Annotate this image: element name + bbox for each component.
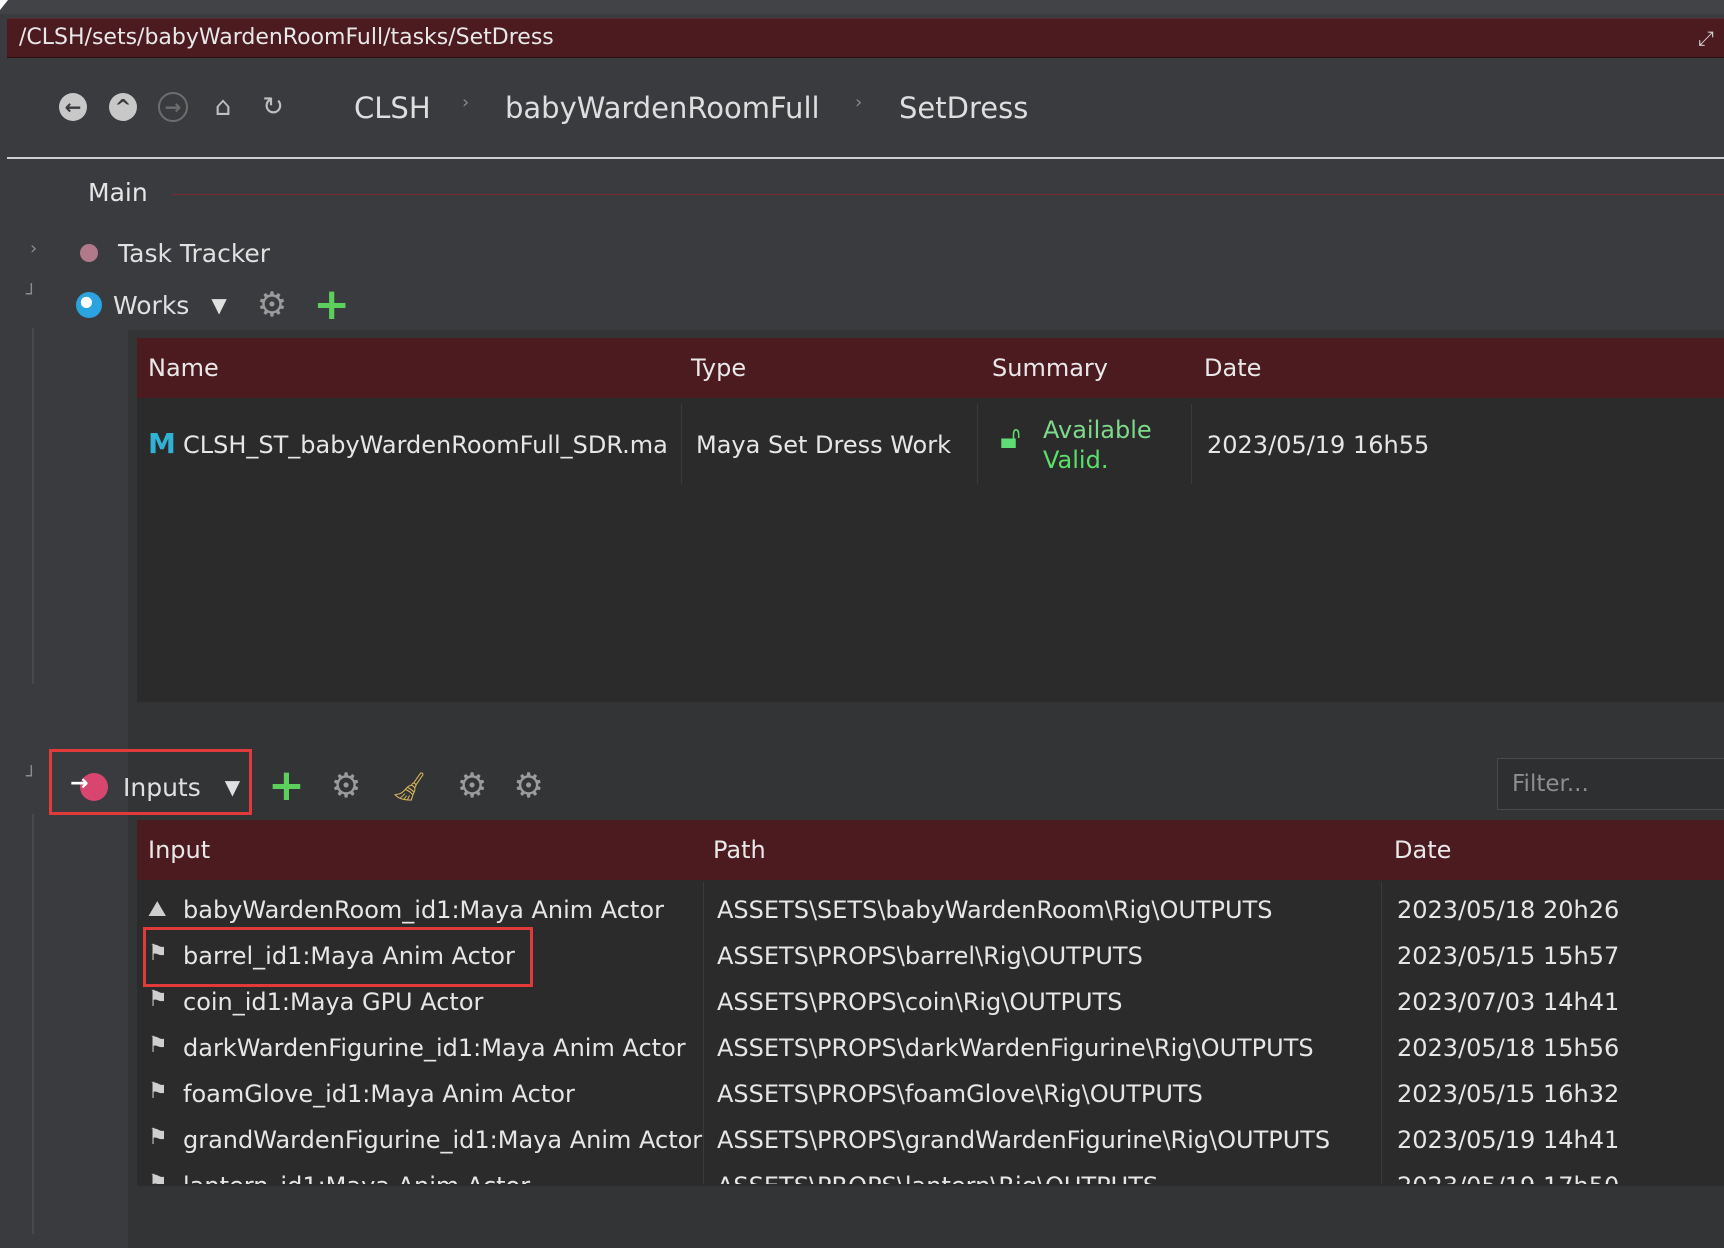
mouse-cursor [0,0,8,10]
task-tracker-status-icon [80,244,98,262]
works-settings-gear-icon[interactable]: ⚙ [257,288,287,322]
input-name: foamGlove_id1:Maya Anim Actor [183,1080,575,1108]
main-section-rule [172,194,1724,195]
inputs-table-header: Input Path Date [137,820,1724,880]
breadcrumb-separator-icon: › [855,92,863,113]
input-date: 2023/05/19 17h50 [1397,1172,1619,1184]
works-header: Works ▼ ⚙ + [76,283,350,327]
breadcrumb-item-project[interactable]: CLSH [354,90,431,126]
tree-guide-line [32,814,34,1234]
column-header-input[interactable]: Input [148,836,210,864]
input-path: ASSETS\PROPS\barrel\Rig\OUTPUTS [717,942,1143,970]
flag-icon: ⚑ [148,1125,168,1150]
refresh-icon[interactable]: ↻ [256,90,290,124]
works-label[interactable]: Works [113,291,189,320]
up-icon[interactable]: ^ [106,90,140,124]
inputs-gear-icon[interactable]: ⚙ [457,769,487,803]
flag-icon: ⚑ [148,1171,168,1184]
input-path: ASSETS\PROPS\grandWardenFigurine\Rig\OUT… [717,1126,1331,1154]
work-name: CLSH_ST_babyWardenRoomFull_SDR.ma [183,431,668,459]
expand-chevron-icon[interactable]: › [30,238,37,259]
column-header-date[interactable]: Date [1394,836,1451,864]
breadcrumb-item-task[interactable]: SetDress [899,90,1028,126]
inputs-highlight-box [49,749,252,815]
collapse-corner-icon[interactable]: ┘ [26,284,37,305]
tree-guide-line [32,328,34,684]
input-name: lantern_id1:Maya Anim Actor [183,1172,530,1184]
flag-icon: ⚑ [148,1079,168,1104]
path-text: /CLSH/sets/babyWardenRoomFull/tasks/SetD… [19,25,554,50]
main-section-label: Main [88,178,148,207]
filter-input[interactable]: Filter... [1497,758,1724,810]
inputs-toolbar: + ⚙ 🧹︎ ⚙ ⚙ [268,764,544,808]
column-header-date[interactable]: Date [1204,354,1261,382]
broom-cleanup-icon[interactable]: 🧹︎ [391,770,427,803]
input-date: 2023/05/18 15h56 [1397,1034,1620,1062]
input-date: 2023/05/18 20h26 [1397,896,1620,924]
column-header-name[interactable]: Name [148,354,219,382]
forward-icon[interactable]: → [156,90,190,124]
input-path: ASSETS\PROPS\foamGlove\Rig\OUTPUTS [717,1080,1203,1108]
home-icon[interactable]: ⌂ [206,90,240,124]
path-bar[interactable]: /CLSH/sets/babyWardenRoomFull/tasks/SetD… [7,18,1724,58]
actor-group-icon: ⛰︎ [148,897,167,922]
barrel-row-highlight-box [143,927,533,987]
input-name: darkWardenFigurine_id1:Maya Anim Actor [183,1034,686,1062]
input-path: ASSETS\PROPS\coin\Rig\OUTPUTS [717,988,1123,1016]
input-date: 2023/05/15 16h32 [1397,1080,1620,1108]
flag-icon: ⚑ [148,987,168,1012]
work-type: Maya Set Dress Work [696,431,951,459]
column-header-path[interactable]: Path [713,836,766,864]
work-summary-validity: Valid. [1043,446,1109,474]
input-date: 2023/05/19 14h41 [1397,1126,1620,1154]
nav-divider [7,157,1724,159]
top-strip [0,0,1724,14]
works-icon [76,292,102,318]
flag-icon: ⚑ [148,1033,168,1058]
inputs-settings-gear-icon[interactable]: ⚙ [331,769,361,803]
input-name: grandWardenFigurine_id1:Maya Anim Actor [183,1126,703,1154]
inputs-add-plus-icon[interactable]: + [268,764,305,808]
works-dropdown-icon[interactable]: ▼ [211,293,226,317]
column-separator [977,404,978,484]
unlock-icon: 🔓︎ [1000,418,1021,456]
inputs-gear-icon-2[interactable]: ⚙ [513,769,543,803]
input-date: 2023/07/03 14h41 [1397,988,1620,1016]
expand-icon[interactable]: ⤢ [1698,19,1714,57]
maya-file-icon: M [148,427,176,460]
navigation-bar: ← ^ → ⌂ ↻ CLSH › babyWardenRoomFull › Se… [0,68,1724,156]
column-header-summary[interactable]: Summary [992,354,1108,382]
input-path: ASSETS\PROPS\darkWardenFigurine\Rig\OUTP… [717,1034,1314,1062]
column-separator [681,404,682,484]
works-add-plus-icon[interactable]: + [313,283,350,327]
column-header-type[interactable]: Type [691,354,746,382]
work-summary-status: Available [1043,416,1152,444]
works-table-header: Name Type Summary Date [137,338,1724,398]
task-tracker-label: Task Tracker [118,238,271,268]
input-name: coin_id1:Maya GPU Actor [183,988,484,1016]
input-path: ASSETS\PROPS\lantern\Rig\OUTPUTS [717,1172,1158,1184]
input-path: ASSETS\SETS\babyWardenRoom\Rig\OUTPUTS [717,896,1273,924]
task-tracker-row[interactable]: Task Tracker [80,238,270,268]
column-separator [1191,404,1192,484]
input-name: babyWardenRoom_id1:Maya Anim Actor [183,896,664,924]
breadcrumb-separator-icon: › [462,92,470,113]
breadcrumb-item-asset[interactable]: babyWardenRoomFull [505,90,820,126]
work-date: 2023/05/19 16h55 [1207,431,1430,459]
collapse-corner-icon[interactable]: ┘ [26,766,37,787]
back-icon[interactable]: ← [56,90,90,124]
input-date: 2023/05/15 15h57 [1397,942,1620,970]
